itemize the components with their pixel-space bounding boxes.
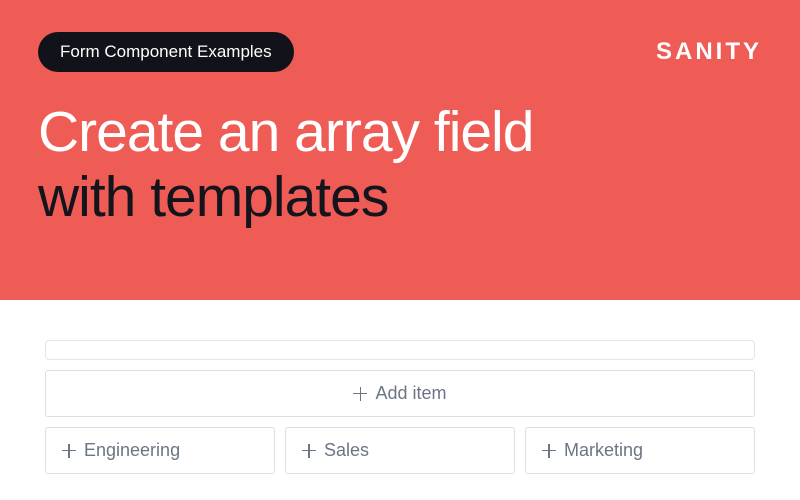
- template-button-engineering[interactable]: Engineering: [45, 427, 275, 474]
- plus-icon: [542, 444, 556, 458]
- template-label: Marketing: [564, 440, 643, 461]
- template-button-marketing[interactable]: Marketing: [525, 427, 755, 474]
- hero-top-row: Form Component Examples SANITY: [38, 32, 762, 72]
- plus-icon: [302, 444, 316, 458]
- hero-banner: Form Component Examples SANITY Create an…: [0, 0, 800, 300]
- page-title: Create an array field with templates: [38, 100, 762, 230]
- sanity-logo: SANITY: [656, 38, 762, 66]
- add-item-button[interactable]: Add item: [45, 370, 755, 417]
- headline-line-1: Create an array field: [38, 100, 762, 165]
- category-badge: Form Component Examples: [38, 32, 294, 72]
- template-buttons-row: Engineering Sales Marketing: [45, 427, 755, 474]
- template-label: Sales: [324, 440, 369, 461]
- plus-icon: [353, 387, 367, 401]
- add-item-label: Add item: [375, 383, 446, 404]
- array-field-container: [45, 340, 755, 360]
- template-label: Engineering: [84, 440, 180, 461]
- template-button-sales[interactable]: Sales: [285, 427, 515, 474]
- form-preview-panel: Add item Engineering Sales Marketing: [0, 300, 800, 500]
- plus-icon: [62, 444, 76, 458]
- headline-line-2: with templates: [38, 165, 762, 230]
